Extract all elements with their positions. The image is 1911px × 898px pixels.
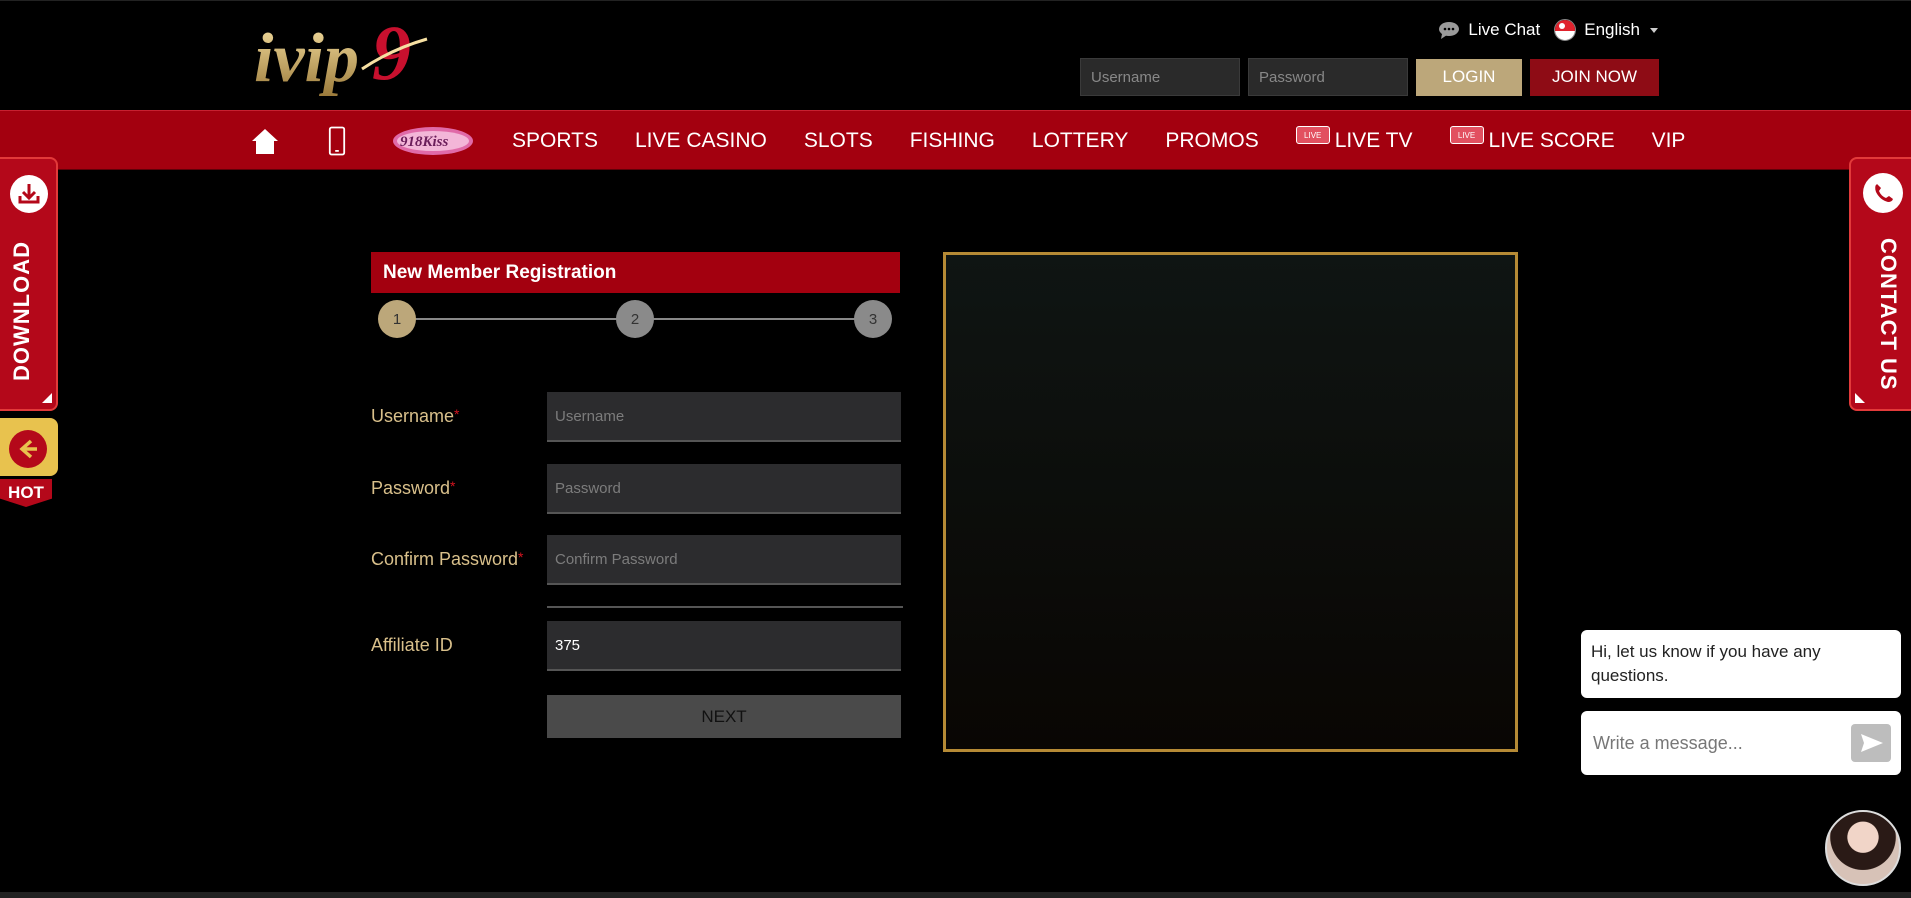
whatsapp-icon (1863, 173, 1903, 213)
header-password-input[interactable] (1248, 58, 1408, 96)
password-label: Password* (371, 478, 456, 498)
flag-icon (1554, 19, 1577, 41)
arrow-left-icon (9, 430, 47, 468)
corner-mark (42, 393, 52, 403)
affiliate-label: Affiliate ID (371, 635, 453, 655)
download-tab[interactable]: DOWNLOAD (0, 157, 58, 411)
nav-vip[interactable]: VIP (1652, 129, 1686, 153)
svg-text:ivip: ivip (254, 20, 359, 97)
corner-mark (1855, 393, 1865, 403)
username-row: Username* (371, 392, 901, 442)
username-label: Username* (371, 406, 460, 426)
login-bar: LOGIN JOIN NOW (1080, 58, 1659, 96)
live-badge: LIVE (1295, 126, 1330, 144)
step-1: 1 (378, 300, 416, 338)
step-2: 2 (616, 300, 654, 338)
live-badge: LIVE (1449, 126, 1484, 144)
logo-image: ivip 9 (254, 9, 428, 97)
confirm-password-row: Confirm Password* (371, 535, 901, 585)
step-indicator: 1 2 3 (371, 293, 900, 347)
download-icon (10, 175, 48, 213)
step-3: 3 (854, 300, 892, 338)
form-divider (547, 606, 903, 608)
bottom-strip (0, 892, 1911, 898)
page: ivip 9 Live Chat English Username LOGIN … (0, 0, 1911, 898)
utility-bar: Live Chat English (1438, 19, 1658, 41)
nav-lottery[interactable]: LOTTERY (1032, 129, 1128, 153)
download-label: DOWNLOAD (9, 241, 34, 382)
registration-title: New Member Registration (371, 252, 900, 293)
nav-live-tv[interactable]: LIVE LIVE TV (1295, 126, 1413, 153)
contact-us-tab[interactable]: CONTACT US (1849, 157, 1911, 411)
nav-live-score-label: LIVE SCORE (1488, 129, 1615, 152)
affiliate-input[interactable] (547, 621, 901, 671)
send-button[interactable] (1851, 724, 1891, 762)
username-input[interactable] (547, 392, 901, 442)
chat-agent-avatar[interactable] (1825, 810, 1901, 886)
nav-slots[interactable]: SLOTS (804, 129, 873, 153)
confirm-password-label: Confirm Password* (371, 549, 524, 569)
language-selector[interactable]: English (1554, 19, 1658, 41)
nav-live-tv-label: LIVE TV (1334, 129, 1413, 152)
hot-top (0, 418, 58, 476)
language-label: English (1584, 20, 1640, 39)
chevron-down-icon (1650, 27, 1658, 33)
header: ivip 9 Live Chat English Username LOGIN … (0, 0, 1911, 109)
hot-label: HOT (0, 479, 52, 507)
nav-fishing[interactable]: FISHING (910, 129, 995, 153)
registration-form: New Member Registration 1 2 3 Username* … (371, 252, 903, 738)
hot-tab[interactable]: HOT (0, 418, 58, 514)
918kiss-logo[interactable]: 918Kiss (392, 124, 474, 158)
live-chat-link[interactable]: Live Chat (1438, 20, 1540, 40)
nav-promos[interactable]: PROMOS (1165, 129, 1258, 153)
nav-live-casino[interactable]: LIVE CASINO (635, 129, 767, 153)
main-nav: 918Kiss SPORTS LIVE CASINO SLOTS FISHING… (0, 110, 1911, 170)
home-icon[interactable] (248, 124, 282, 158)
chat-bubble-icon (1439, 22, 1460, 39)
contact-us-label: CONTACT US (1876, 237, 1901, 391)
affiliate-row: Affiliate ID (371, 621, 901, 671)
header-username-input[interactable] (1080, 58, 1240, 96)
send-icon (1861, 734, 1883, 752)
join-now-button[interactable]: JOIN NOW (1530, 58, 1659, 96)
chat-message-input[interactable] (1593, 729, 1823, 757)
live-chat-label: Live Chat (1468, 20, 1541, 39)
confirm-password-input[interactable] (547, 535, 901, 585)
chat-composer (1581, 711, 1901, 775)
login-button[interactable]: LOGIN (1416, 58, 1522, 96)
nav-sports[interactable]: SPORTS (512, 129, 598, 153)
mobile-icon[interactable] (320, 124, 354, 158)
password-row: Password* (371, 464, 901, 514)
logo[interactable]: ivip 9 (252, 9, 437, 104)
nav-live-score[interactable]: LIVE LIVE SCORE (1449, 126, 1615, 153)
next-button[interactable]: NEXT (547, 695, 901, 738)
password-input[interactable] (547, 464, 901, 514)
chat-greeting: Hi, let us know if you have any question… (1581, 630, 1901, 698)
promo-banner-frame (943, 252, 1518, 752)
svg-text:918Kiss: 918Kiss (400, 134, 449, 150)
